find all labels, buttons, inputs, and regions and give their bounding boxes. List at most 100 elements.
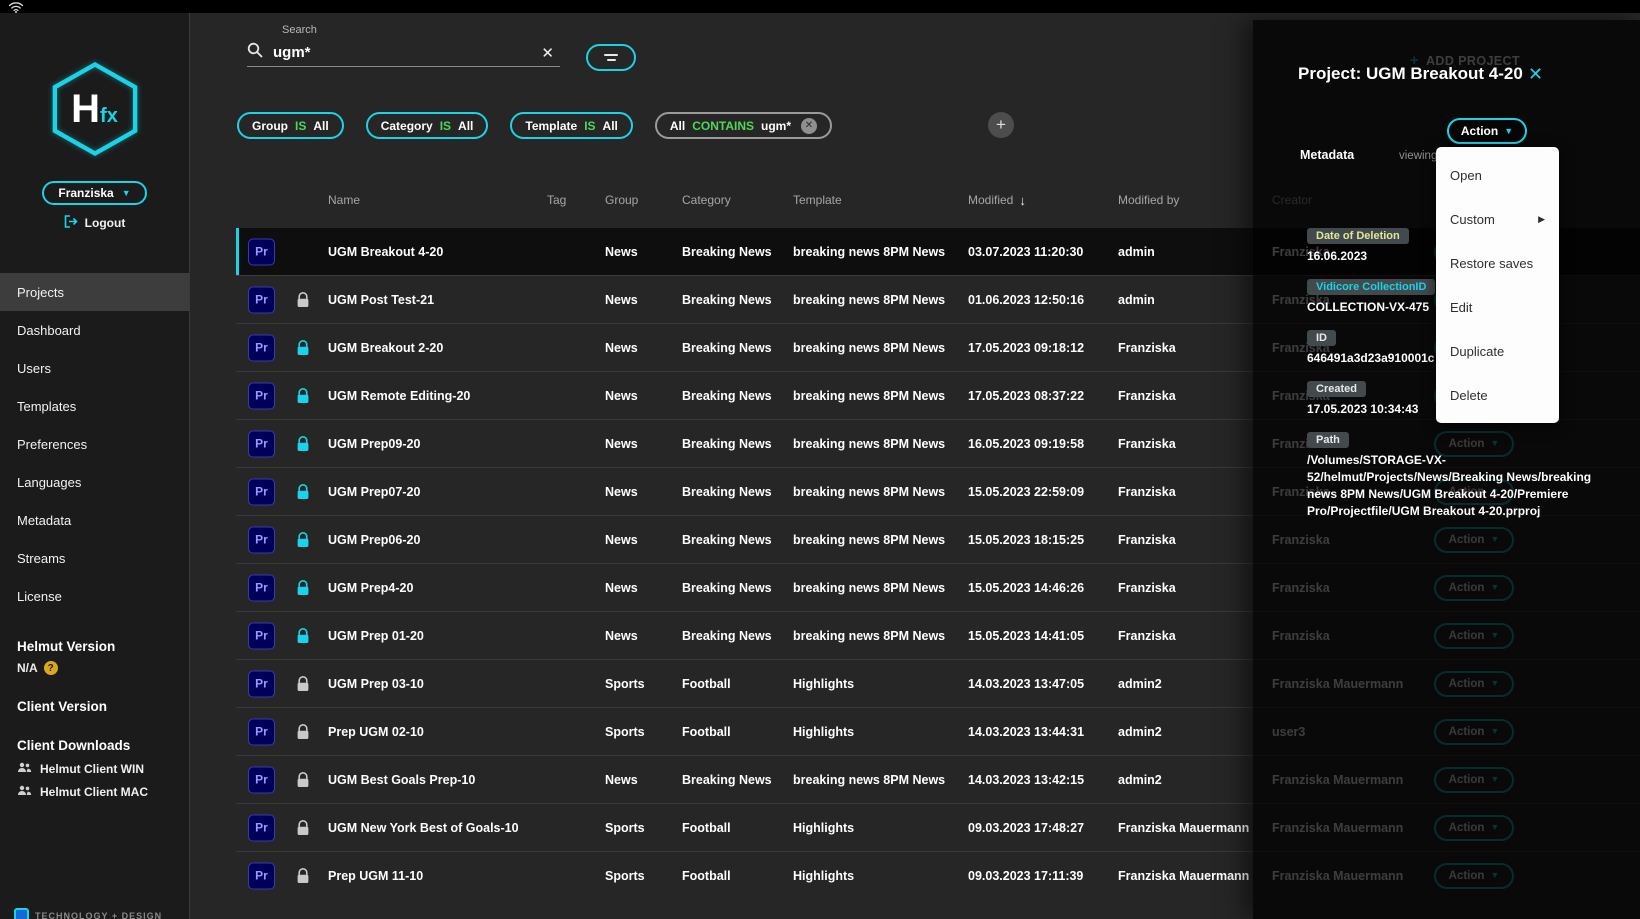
filter-chip-group[interactable]: GroupISAll bbox=[237, 112, 344, 139]
lock-icon bbox=[296, 724, 310, 740]
row-name: UGM Breakout 2-20 bbox=[328, 341, 443, 355]
row-name: Prep UGM 02-10 bbox=[328, 725, 424, 739]
premiere-icon: Pr bbox=[248, 670, 275, 697]
add-filter-button[interactable]: + bbox=[988, 112, 1014, 138]
chip-value: All bbox=[603, 119, 618, 133]
lock-icon bbox=[296, 340, 310, 356]
premiere-icon: Pr bbox=[248, 430, 275, 457]
sort-desc-icon[interactable]: ↓ bbox=[1019, 193, 1026, 208]
row-template: breaking news 8PM News bbox=[793, 629, 945, 643]
filter-toggle-button[interactable] bbox=[586, 44, 636, 71]
logo-text: H fx bbox=[71, 89, 118, 129]
row-modified: 15.05.2023 22:59:09 bbox=[968, 485, 1084, 499]
row-group: News bbox=[605, 533, 638, 547]
user-menu-button[interactable]: Franziska ▼ bbox=[42, 181, 146, 205]
panel-action-button[interactable]: Action ▼ bbox=[1447, 118, 1527, 144]
row-template: Highlights bbox=[793, 821, 854, 835]
row-modified: 01.06.2023 12:50:16 bbox=[968, 293, 1084, 307]
row-group: News bbox=[605, 437, 638, 451]
sidebar-item-dashboard[interactable]: Dashboard bbox=[0, 311, 189, 349]
column-header-template[interactable]: Template bbox=[793, 193, 842, 207]
menu-item-custom[interactable]: Custom▶ bbox=[1436, 197, 1559, 241]
sidebar-item-languages[interactable]: Languages bbox=[0, 463, 189, 501]
chip-value: ugm* bbox=[761, 119, 791, 133]
menu-item-delete[interactable]: Delete bbox=[1436, 373, 1559, 417]
filter-chip-all[interactable]: AllCONTAINSugm*✕ bbox=[655, 112, 832, 139]
column-header-group[interactable]: Group bbox=[605, 193, 638, 207]
filter-chips: GroupISAllCategoryISAllTemplateISAllAllC… bbox=[237, 112, 832, 139]
client-download-helmut-client-win[interactable]: Helmut Client WIN bbox=[17, 762, 189, 776]
chip-field: Category bbox=[381, 119, 433, 133]
row-name: UGM Best Goals Prep-10 bbox=[328, 773, 475, 787]
clear-search-icon[interactable]: ✕ bbox=[541, 44, 560, 62]
menu-item-edit[interactable]: Edit bbox=[1436, 285, 1559, 329]
row-group: News bbox=[605, 629, 638, 643]
lock-icon bbox=[296, 628, 310, 644]
column-header-modified-by[interactable]: Modified by bbox=[1118, 193, 1179, 207]
search-icon bbox=[247, 42, 263, 63]
filter-chip-category[interactable]: CategoryISAll bbox=[366, 112, 489, 139]
sidebar-item-templates[interactable]: Templates bbox=[0, 387, 189, 425]
row-modified: 17.05.2023 08:37:22 bbox=[968, 389, 1084, 403]
row-template: breaking news 8PM News bbox=[793, 245, 945, 259]
chip-remove-icon[interactable]: ✕ bbox=[801, 118, 817, 134]
menu-item-label: Delete bbox=[1450, 388, 1488, 403]
client-download-helmut-client-mac[interactable]: Helmut Client MAC bbox=[17, 785, 189, 799]
column-header-category[interactable]: Category bbox=[682, 193, 731, 207]
client-download-label: Helmut Client MAC bbox=[40, 785, 148, 799]
project-detail-panel: Project: UGM Breakout 4-20 ✕ Action ▼ Me… bbox=[1253, 20, 1640, 919]
lock-icon bbox=[296, 532, 310, 548]
wifi-icon bbox=[8, 0, 24, 18]
row-modified: 15.05.2023 14:41:05 bbox=[968, 629, 1084, 643]
menu-item-open[interactable]: Open bbox=[1436, 153, 1559, 197]
sidebar-item-metadata[interactable]: Metadata bbox=[0, 501, 189, 539]
logout-label: Logout bbox=[85, 216, 126, 230]
app-logo: H fx bbox=[49, 61, 141, 157]
lock-icon bbox=[296, 580, 310, 596]
row-template: breaking news 8PM News bbox=[793, 389, 945, 403]
row-group: News bbox=[605, 485, 638, 499]
row-group: Sports bbox=[605, 725, 645, 739]
premiere-icon: Pr bbox=[248, 478, 275, 505]
row-modified-by: Franziska bbox=[1118, 389, 1176, 403]
question-icon[interactable]: ? bbox=[44, 661, 58, 675]
row-template: breaking news 8PM News bbox=[793, 293, 945, 307]
chevron-down-icon: ▼ bbox=[1504, 127, 1513, 136]
chip-operator: IS bbox=[440, 119, 451, 133]
users-icon bbox=[17, 762, 32, 776]
menu-item-restore-saves[interactable]: Restore saves bbox=[1436, 241, 1559, 285]
menu-item-label: Duplicate bbox=[1450, 344, 1504, 359]
sidebar-item-users[interactable]: Users bbox=[0, 349, 189, 387]
row-modified-by: Franziska bbox=[1118, 629, 1176, 643]
row-modified-by: admin bbox=[1118, 245, 1155, 259]
metadata-label-badge: Created bbox=[1307, 381, 1366, 397]
premiere-icon: Pr bbox=[248, 526, 275, 553]
row-modified-by: admin2 bbox=[1118, 677, 1162, 691]
row-group: News bbox=[605, 581, 638, 595]
premiere-icon: Pr bbox=[248, 814, 275, 841]
client-links: Helmut Client WIN Helmut Client MAC bbox=[17, 762, 189, 799]
row-category: Football bbox=[682, 725, 731, 739]
row-category: Football bbox=[682, 821, 731, 835]
row-template: Highlights bbox=[793, 725, 854, 739]
column-header-modified[interactable]: Modified↓ bbox=[968, 193, 1013, 207]
row-category: Breaking News bbox=[682, 533, 772, 547]
search-input[interactable]: ugm* ✕ bbox=[247, 39, 560, 67]
tab-metadata[interactable]: Metadata bbox=[1300, 148, 1354, 162]
sidebar-item-preferences[interactable]: Preferences bbox=[0, 425, 189, 463]
close-icon[interactable]: ✕ bbox=[1528, 64, 1543, 85]
sidebar-item-license[interactable]: License bbox=[0, 577, 189, 615]
menu-item-duplicate[interactable]: Duplicate bbox=[1436, 329, 1559, 373]
column-header-tag[interactable]: Tag bbox=[547, 193, 566, 207]
row-name: Prep UGM 11-10 bbox=[328, 869, 423, 883]
row-name: UGM Remote Editing-20 bbox=[328, 389, 470, 403]
row-template: breaking news 8PM News bbox=[793, 341, 945, 355]
sidebar-item-streams[interactable]: Streams bbox=[0, 539, 189, 577]
sidebar-item-projects[interactable]: Projects bbox=[0, 273, 189, 311]
logout-button[interactable]: Logout bbox=[64, 215, 126, 231]
row-category: Breaking News bbox=[682, 245, 772, 259]
row-modified-by: Franziska bbox=[1118, 437, 1176, 451]
filter-chip-template[interactable]: TemplateISAll bbox=[510, 112, 632, 139]
metadata-label-badge: Path bbox=[1307, 432, 1349, 448]
column-header-name[interactable]: Name bbox=[328, 193, 360, 207]
